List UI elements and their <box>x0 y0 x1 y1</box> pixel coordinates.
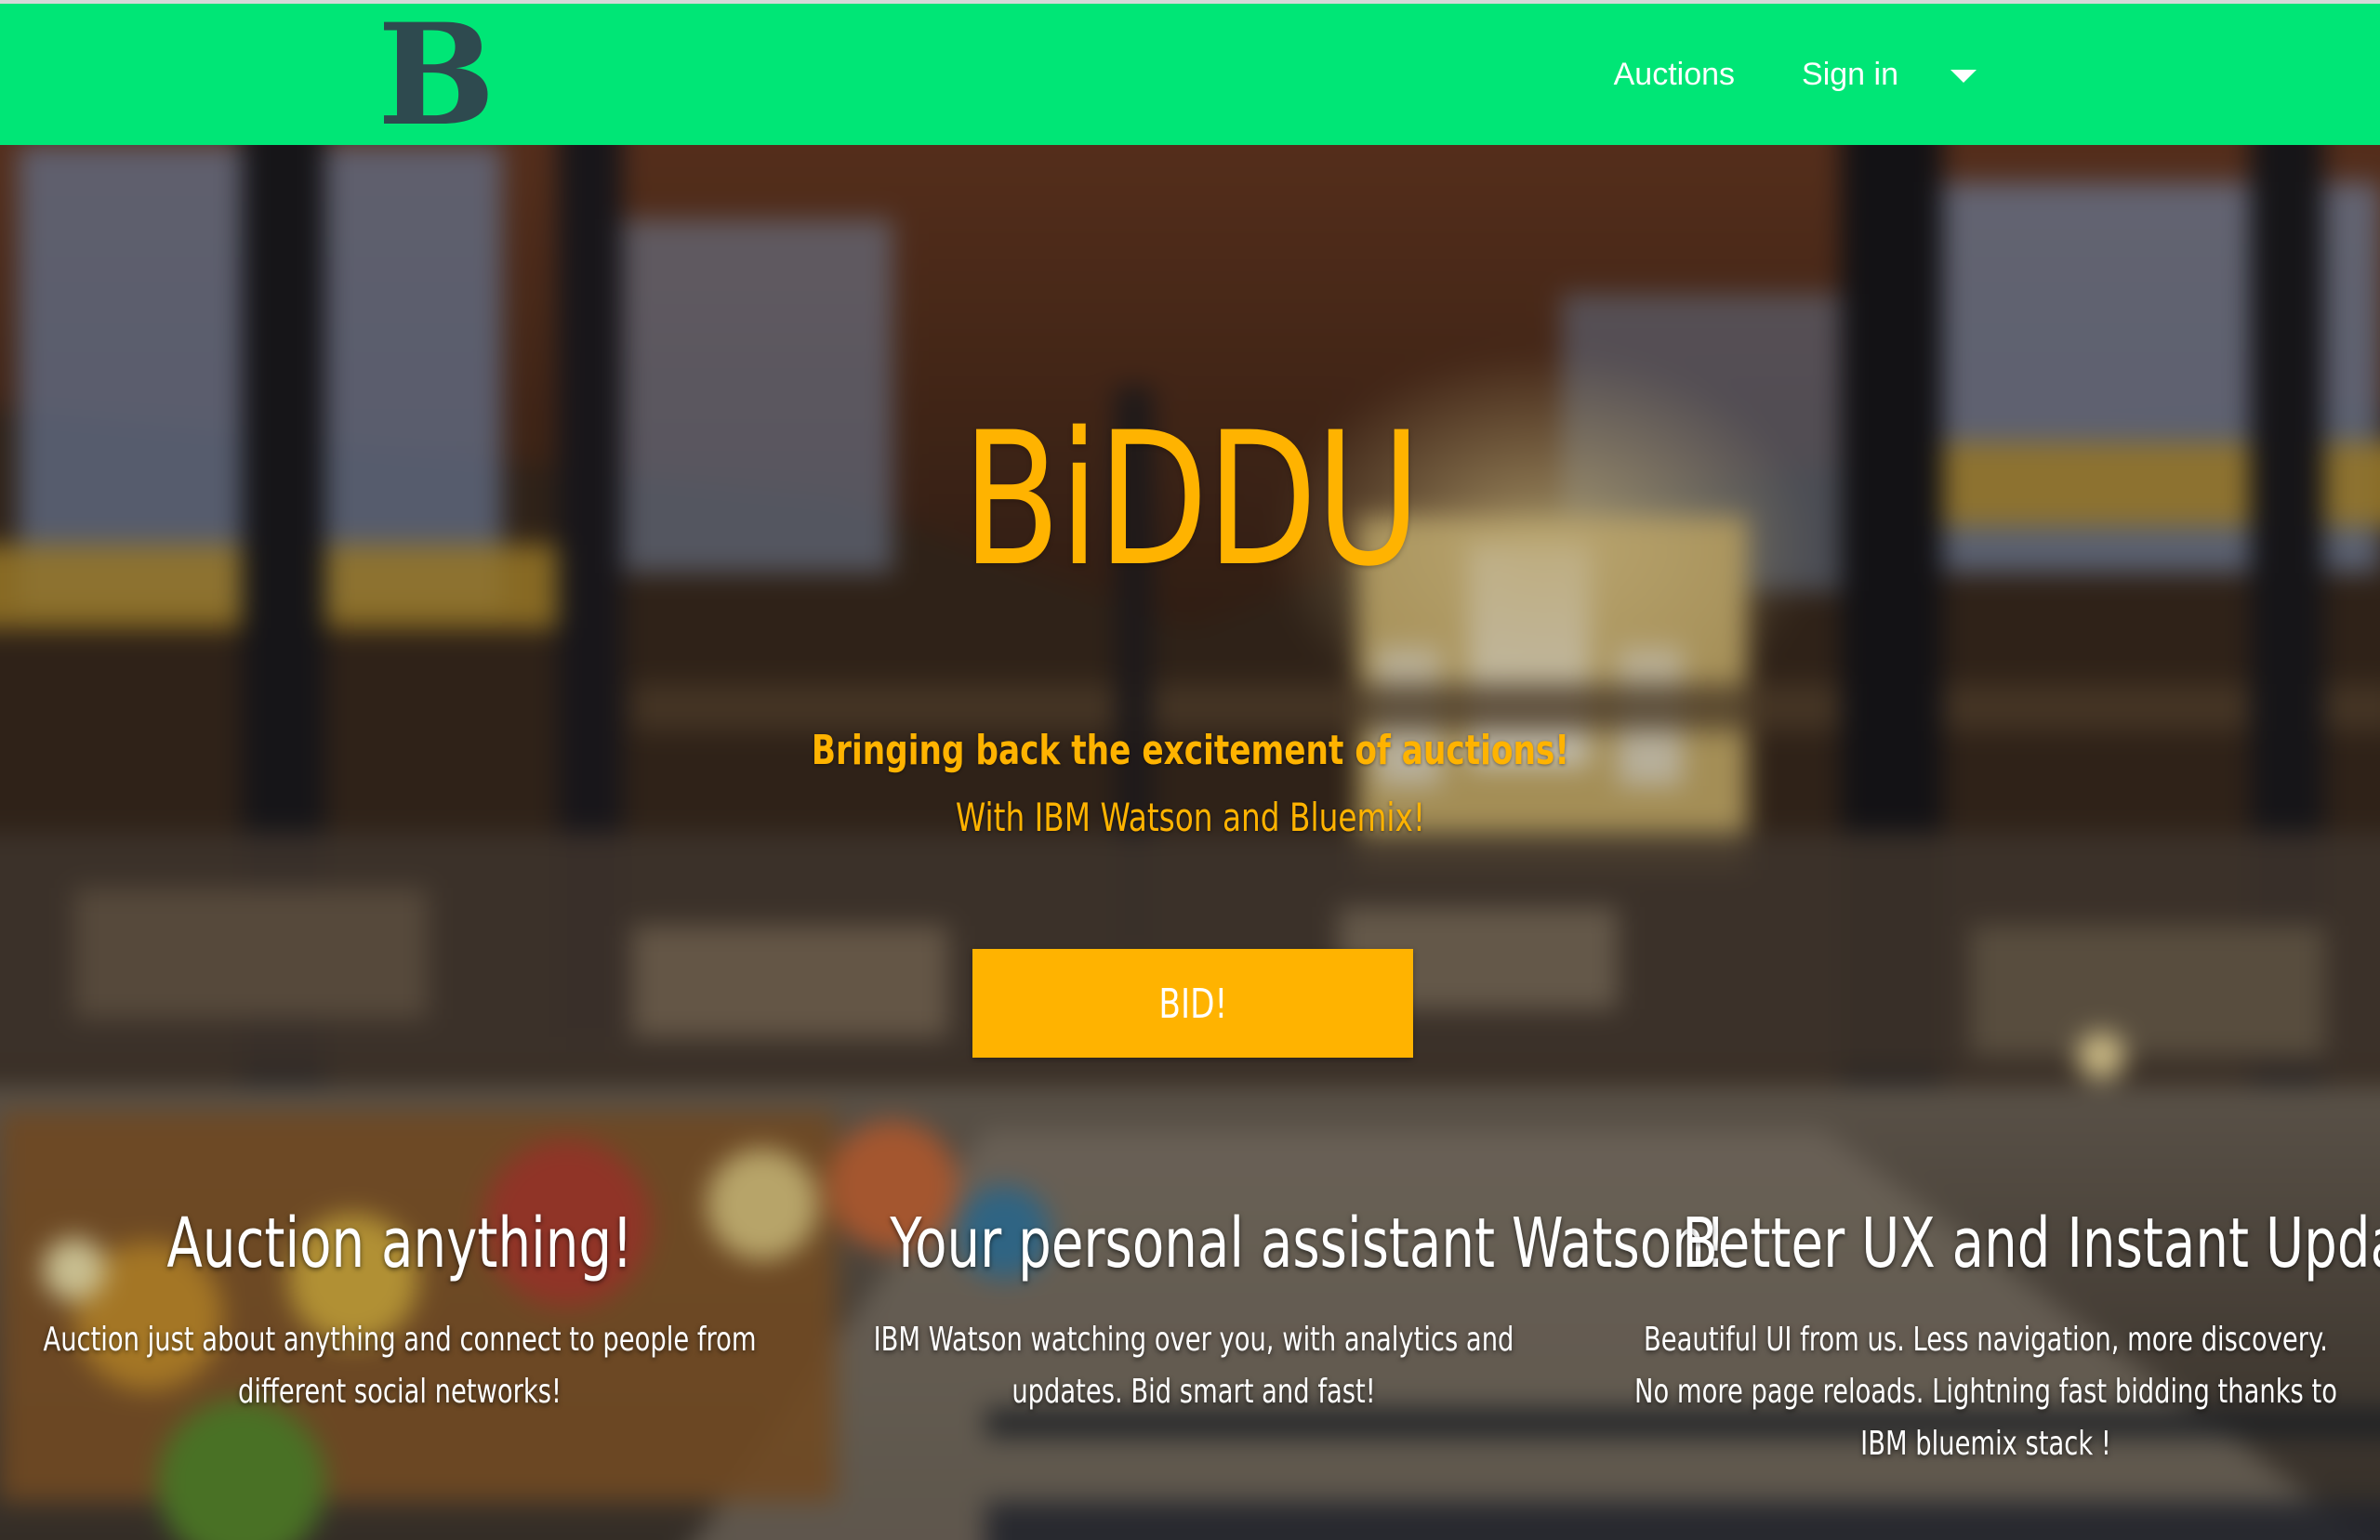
feature-description: Beautiful UI from us. Less navigation, m… <box>1634 1321 2337 1463</box>
feature-title: Auction anything! <box>166 1204 633 1283</box>
caret-down-icon[interactable] <box>1950 70 1977 83</box>
brand-logo[interactable]: B <box>377 6 496 145</box>
feature-title: Better UX and Instant Updates. <box>1682 1204 2380 1283</box>
nav-link-auctions[interactable]: Auctions <box>1614 57 1735 93</box>
nav-link-sign-in[interactable]: Sign in <box>1802 57 1898 93</box>
feature-auction-anything: Auction anything! Auction just about any… <box>0 1199 800 1418</box>
hero-title: BiDDU <box>961 391 1421 607</box>
landing-page: B Auctions Sign in BiDDU Bringing back t… <box>0 0 2380 1540</box>
hero-tagline-line1: Bringing back the excitement of auctions… <box>811 727 1570 774</box>
feature-title: Your personal assistant Watson! <box>890 1204 1726 1283</box>
bid-button[interactable]: BID! <box>972 949 1413 1058</box>
nav-links: Auctions Sign in <box>1547 4 1977 145</box>
feature-better-ux: Better UX and Instant Updates. Beautiful… <box>1586 1199 2380 1470</box>
bid-button-label: BID! <box>1158 981 1227 1028</box>
feature-description: IBM Watson watching over you, with analy… <box>873 1321 1514 1411</box>
feature-watson-assistant: Your personal assistant Watson! IBM Wats… <box>794 1199 1726 1418</box>
feature-description: Auction just about anything and connect … <box>43 1321 757 1411</box>
top-navbar: B Auctions Sign in <box>0 0 2380 145</box>
hero-tagline-line2: With IBM Watson and Bluemix! <box>955 795 1426 840</box>
